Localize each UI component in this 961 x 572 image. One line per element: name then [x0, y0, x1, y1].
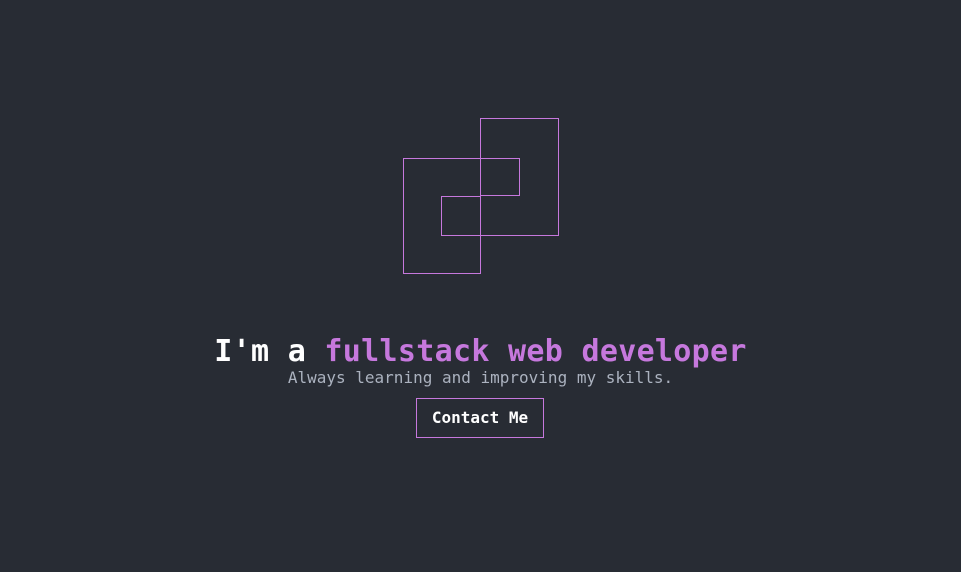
logo-inner-bottom-rect	[441, 196, 481, 236]
contact-me-button[interactable]: Contact Me	[416, 398, 544, 438]
logo-inner-top-rect	[480, 158, 520, 196]
interlocking-squares-logo-icon	[403, 118, 559, 274]
headline-highlight: fullstack web developer	[324, 334, 747, 370]
hero-tagline: Always learning and improving my skills.	[287, 368, 674, 387]
headline-prefix: I'm a	[214, 334, 325, 370]
